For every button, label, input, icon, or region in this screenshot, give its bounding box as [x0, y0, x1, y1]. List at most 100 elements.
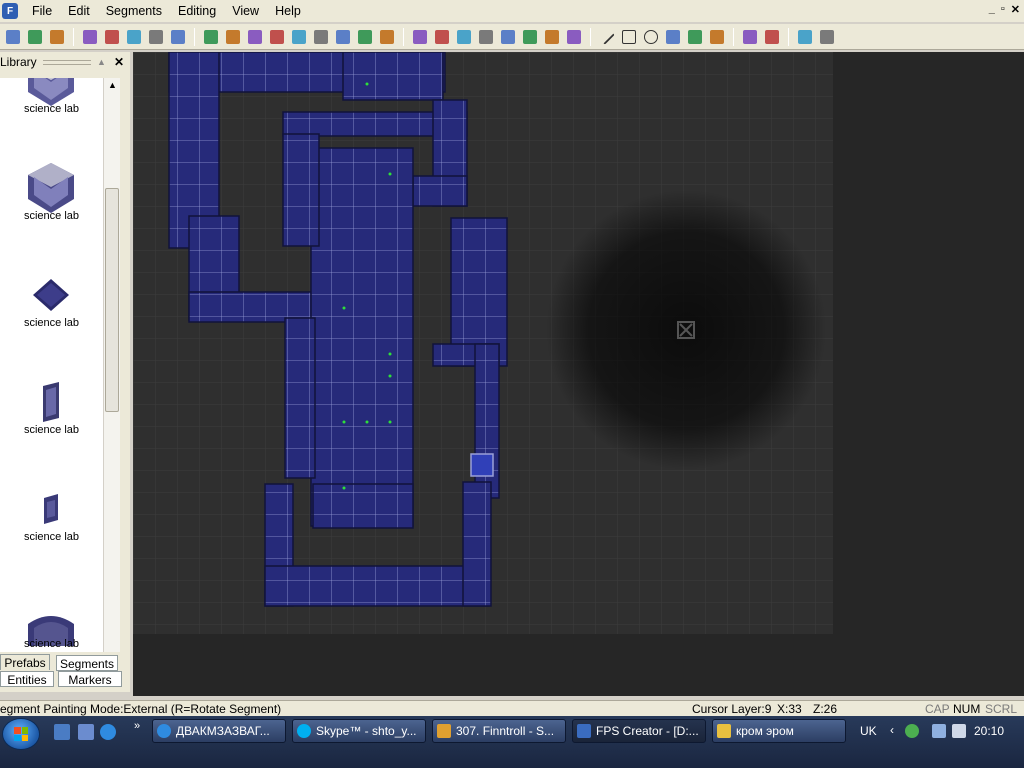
restore-button[interactable]: ▫: [1001, 3, 1005, 16]
security-tray-icon[interactable]: [905, 724, 919, 738]
copy-button[interactable]: [102, 27, 122, 47]
close-button[interactable]: ✕: [1011, 3, 1020, 16]
network-tray-icon[interactable]: [932, 724, 946, 738]
scroll-up-icon[interactable]: ▲: [108, 80, 117, 90]
vertical-scroll-thumb[interactable]: [105, 188, 119, 412]
quicklaunch-overflow-icon[interactable]: »: [134, 720, 140, 732]
fps-creator-window: F File Edit Segments Editing View Help _…: [0, 0, 1024, 768]
taskbar-item-skype[interactable]: Skype™ - shto_y...: [292, 719, 426, 743]
layers-button[interactable]: [289, 27, 309, 47]
paste-button[interactable]: [124, 27, 144, 47]
redo-icon: [171, 29, 185, 44]
clock[interactable]: 20:10: [974, 724, 1004, 738]
show-desktop-icon[interactable]: [54, 724, 70, 740]
open-button[interactable]: [25, 27, 45, 47]
picker-button[interactable]: [685, 27, 705, 47]
map-canvas[interactable]: [133, 52, 1024, 696]
vertical-scrollbar[interactable]: ▲ ▼: [103, 78, 120, 682]
menu-editing[interactable]: Editing: [170, 2, 224, 20]
brush-fill-button[interactable]: [520, 27, 540, 47]
paint-button[interactable]: [410, 27, 430, 47]
zoom-out-button[interactable]: [223, 27, 243, 47]
undo-icon: [149, 29, 163, 44]
fit-view-button[interactable]: [245, 27, 265, 47]
toolbar-separator: [73, 27, 74, 46]
fill-button[interactable]: [663, 27, 683, 47]
redo-button[interactable]: [168, 27, 188, 47]
panel-close-icon[interactable]: ✕: [114, 55, 124, 69]
map-viewport[interactable]: [133, 52, 1024, 696]
zoom-out-icon: [226, 29, 240, 44]
library-list: science lab science lab science lab scie…: [0, 78, 103, 684]
door-thumb: [43, 382, 59, 422]
new-button[interactable]: [3, 27, 23, 47]
find-button[interactable]: [377, 27, 397, 47]
panel-grip[interactable]: [42, 59, 92, 65]
taskbar-item-ie[interactable]: ДВАКМЗАЗВАГ...: [152, 719, 286, 743]
app-icon[interactable]: F: [2, 3, 18, 19]
stamp-multi-button[interactable]: [476, 27, 496, 47]
status-cursor-layer: Cursor Layer:9: [692, 702, 772, 716]
rect-button[interactable]: [619, 27, 639, 47]
eraser-button[interactable]: [432, 27, 452, 47]
menu-file[interactable]: File: [24, 2, 60, 20]
flag-button[interactable]: [740, 27, 760, 47]
pen-button[interactable]: [707, 27, 727, 47]
select-button[interactable]: [542, 27, 562, 47]
tab-markers[interactable]: Markers: [58, 671, 122, 687]
taskbar-item-folder[interactable]: кром эром: [712, 719, 846, 743]
start-button[interactable]: [2, 718, 40, 750]
library-item[interactable]: science lab: [0, 362, 103, 469]
task-label: ДВАКМЗАЗВАГ...: [176, 724, 270, 738]
minimize-button[interactable]: _: [989, 3, 995, 16]
test-game-button[interactable]: [795, 27, 815, 47]
library-panel: Library ▲ ✕ science lab science lab scie…: [0, 52, 130, 692]
tab-entities[interactable]: Entities: [0, 671, 54, 687]
menu-segments[interactable]: Segments: [98, 2, 170, 20]
rotate-button[interactable]: [564, 27, 584, 47]
status-mode-text: egment Painting Mode:External (R=Rotate …: [0, 702, 282, 716]
ie-quicklaunch-icon[interactable]: [100, 724, 116, 740]
library-item[interactable]: science lab: [0, 255, 103, 362]
tab-prefabs[interactable]: Prefabs: [0, 654, 50, 670]
volume-tray-icon[interactable]: [952, 724, 966, 738]
taskbar-item-fpsc[interactable]: FPS Creator - [D:...: [572, 719, 706, 743]
language-indicator[interactable]: UK: [860, 724, 877, 738]
toolbar-separator: [788, 27, 789, 46]
layer-down-icon: [336, 29, 350, 44]
circle-button[interactable]: [641, 27, 661, 47]
menu-help[interactable]: Help: [267, 2, 309, 20]
library-item-label: science lab: [23, 103, 80, 115]
layer-up-button[interactable]: [311, 27, 331, 47]
map-view-button[interactable]: [355, 27, 375, 47]
line-button[interactable]: [597, 27, 617, 47]
toolbar-separator: [590, 27, 591, 46]
menu-bar: F File Edit Segments Editing View Help _…: [0, 0, 1024, 22]
circle-icon: [644, 29, 658, 44]
toolbar-separator: [194, 27, 195, 46]
menu-edit[interactable]: Edit: [60, 2, 98, 20]
flags-button[interactable]: [762, 27, 782, 47]
library-item[interactable]: science lab: [0, 78, 103, 148]
build-game-button[interactable]: [817, 27, 837, 47]
tab-segments[interactable]: Segments: [56, 655, 118, 671]
taskbar-item-winamp[interactable]: 307. Finntroll - S...: [432, 719, 566, 743]
stamp-button[interactable]: [454, 27, 474, 47]
switch-windows-icon[interactable]: [78, 724, 94, 740]
library-item[interactable]: science lab: [0, 469, 103, 576]
cut-button[interactable]: [80, 27, 100, 47]
layer-down-button[interactable]: [333, 27, 353, 47]
zoom-extents-button[interactable]: [267, 27, 287, 47]
corner-wall-thumb: [28, 163, 74, 213]
zoom-in-button[interactable]: [201, 27, 221, 47]
library-header: Library ▲ ✕: [0, 52, 130, 72]
undo-button[interactable]: [146, 27, 166, 47]
library-item[interactable]: science lab: [0, 148, 103, 255]
tray-expand-icon[interactable]: ‹: [890, 723, 894, 737]
brush-button[interactable]: [498, 27, 518, 47]
menu-view[interactable]: View: [224, 2, 267, 20]
num-lock-indicator: NUM: [953, 702, 981, 716]
save-button[interactable]: [47, 27, 67, 47]
window-controls: _ ▫ ✕: [989, 3, 1020, 16]
panel-scroll-up-icon[interactable]: ▲: [97, 57, 106, 67]
